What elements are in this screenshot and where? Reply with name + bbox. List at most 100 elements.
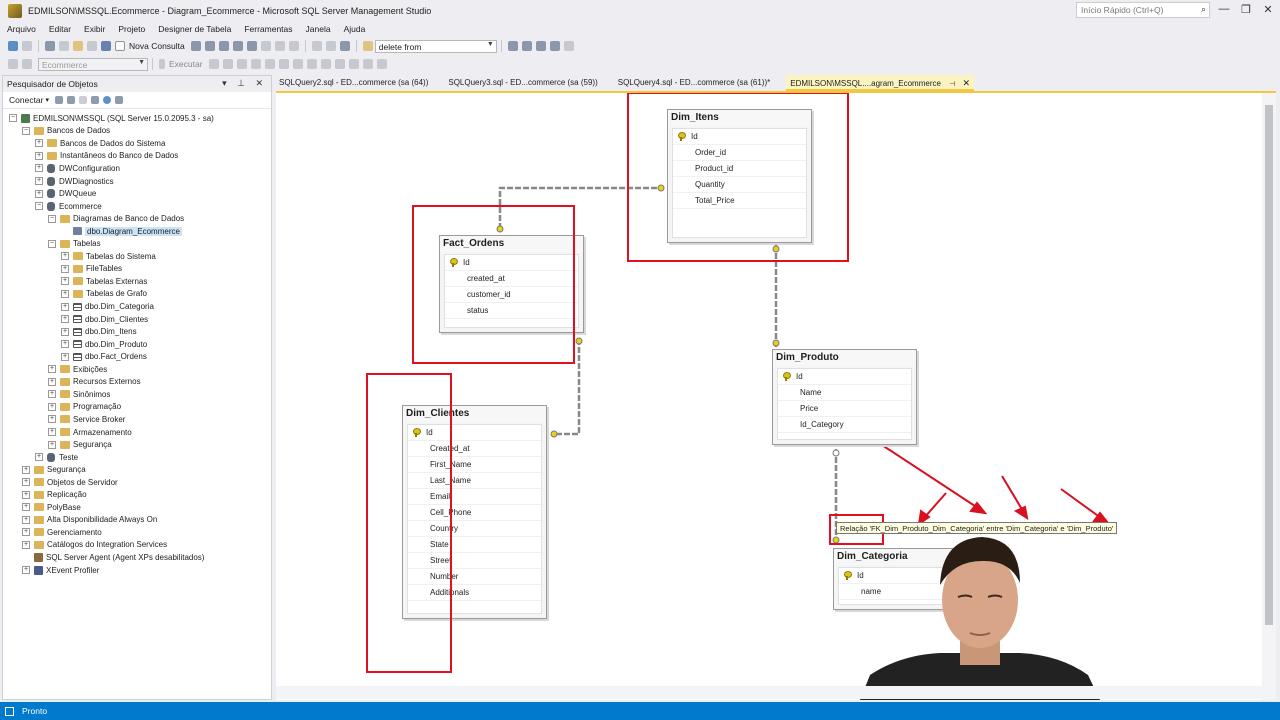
window-layout-icon[interactable] [549, 41, 560, 51]
expand-icon[interactable]: + [61, 315, 69, 324]
tree-node[interactable]: + Programação [48, 401, 121, 414]
tab-sqlquery4[interactable]: SQLQuery4.sql - ED...commerce (sa (61))* [614, 75, 774, 91]
tree-node[interactable]: + Exibições [48, 363, 107, 376]
expand-icon[interactable]: + [22, 503, 30, 512]
tree-node[interactable]: − Diagramas de Banco de Dados [48, 212, 184, 225]
expand-icon[interactable]: + [48, 415, 56, 424]
menu-janela[interactable]: Janela [306, 24, 331, 34]
tree-node[interactable]: + Segurança [48, 438, 112, 451]
table-column[interactable]: Name [778, 385, 911, 401]
intellisense-icon[interactable] [278, 59, 289, 69]
new-query-icon[interactable] [115, 41, 125, 51]
open-folder-icon[interactable] [73, 41, 83, 51]
refresh-icon[interactable] [103, 96, 112, 104]
tree-node[interactable]: + dbo.Dim_Itens [61, 325, 137, 338]
expand-icon[interactable]: + [22, 490, 30, 499]
expand-icon[interactable]: + [35, 164, 43, 173]
find-icon[interactable] [362, 41, 373, 51]
menu-ajuda[interactable]: Ajuda [344, 24, 366, 34]
vertical-scrollbar[interactable] [1262, 93, 1276, 700]
tree-node[interactable]: + DWDiagnostics [35, 175, 114, 188]
activity-icon[interactable] [115, 96, 124, 104]
save-all-icon[interactable] [101, 41, 111, 51]
tree-node[interactable]: + dbo.Dim_Produto [61, 338, 147, 351]
expand-icon[interactable]: + [22, 566, 30, 575]
expand-icon[interactable]: + [22, 515, 30, 524]
table-column[interactable]: Id [778, 369, 911, 385]
tree-node[interactable]: + Catálogos do Integration Services [22, 539, 167, 552]
execute-button[interactable]: Executar [169, 59, 203, 69]
expand-icon[interactable]: + [61, 340, 69, 349]
tree-node[interactable]: SQL Server Agent (Agent XPs desabilitado… [22, 551, 204, 564]
toolbar-options-icon[interactable] [563, 41, 574, 51]
tree-node[interactable]: + Tabelas Externas [61, 275, 147, 288]
expand-icon[interactable]: + [61, 302, 69, 311]
paste-icon[interactable] [288, 41, 299, 51]
tree-node[interactable]: dbo.Diagram_Ecommerce [61, 225, 182, 238]
indent-icon[interactable] [362, 59, 373, 69]
close-icon[interactable]: ✕ [963, 78, 971, 88]
tree-node[interactable]: + Instantâneos do Banco de Dados [35, 150, 178, 163]
expand-icon[interactable]: + [48, 402, 56, 411]
tree-node[interactable]: + dbo.Fact_Ordens [61, 350, 147, 363]
comment-icon[interactable] [334, 59, 345, 69]
expand-icon[interactable]: + [61, 352, 69, 361]
save-icon[interactable] [87, 41, 97, 51]
collapse-icon[interactable]: − [22, 126, 30, 135]
tree-node[interactable]: + Alta Disponibilidade Always On [22, 514, 157, 527]
execute-icon[interactable] [159, 59, 165, 69]
new-file-icon[interactable] [59, 41, 69, 51]
tree-node[interactable]: + Sinônimos [48, 388, 110, 401]
expand-icon[interactable]: + [48, 428, 56, 437]
panel-pin-close-icons[interactable]: ▾ ⊥ ✕ [222, 78, 267, 89]
tree-node[interactable]: + Objetos de Servidor [22, 476, 118, 489]
collapse-icon[interactable]: − [9, 114, 17, 123]
new-project-icon[interactable] [45, 41, 55, 51]
change-connection-icon[interactable] [22, 59, 32, 69]
expand-icon[interactable]: + [61, 252, 69, 261]
expand-icon[interactable]: + [35, 177, 43, 186]
tree-node[interactable]: + FileTables [61, 263, 122, 276]
collapse-icon[interactable]: − [48, 239, 56, 248]
table-column[interactable]: Id_Category [778, 417, 911, 433]
tree-node[interactable]: + Teste [35, 451, 78, 464]
collapse-icon[interactable]: − [35, 202, 43, 211]
tree-node[interactable]: − Bancos de Dados [22, 125, 110, 138]
forward-icon[interactable] [22, 41, 32, 51]
menu-editar[interactable]: Editar [49, 24, 71, 34]
scrollbar-thumb[interactable] [1265, 105, 1273, 625]
maximize-button[interactable]: ❐ [1236, 3, 1256, 19]
plan-icon[interactable] [250, 59, 261, 69]
results-file-icon[interactable] [320, 59, 331, 69]
menu-exibir[interactable]: Exibir [84, 24, 105, 34]
pin-icon[interactable]: ⊣ [949, 81, 955, 88]
menu-ferramentas[interactable]: Ferramentas [244, 24, 292, 34]
tree-node[interactable]: + Bancos de Dados do Sistema [35, 137, 165, 150]
query-xmla-icon[interactable] [246, 41, 257, 51]
collapse-icon[interactable]: − [48, 214, 56, 223]
stop-icon[interactable] [208, 59, 219, 69]
query-db-engine-icon[interactable] [190, 41, 201, 51]
expand-icon[interactable]: + [22, 478, 30, 487]
parse-icon[interactable] [222, 59, 233, 69]
results-grid-icon[interactable] [306, 59, 317, 69]
close-button[interactable]: ✕ [1258, 3, 1278, 19]
connect-icon[interactable] [8, 59, 18, 69]
tree-node[interactable]: + Tabelas de Grafo [61, 288, 147, 301]
expand-icon[interactable]: + [48, 390, 56, 399]
expand-icon[interactable]: + [22, 528, 30, 537]
filter-icon[interactable] [91, 96, 100, 104]
activity-monitor-icon[interactable] [339, 41, 350, 51]
properties-icon[interactable] [521, 41, 532, 51]
connect-icon[interactable] [55, 96, 64, 104]
tree-node[interactable]: + Replicação [22, 489, 87, 502]
solution-explorer-icon[interactable] [507, 41, 518, 51]
query-dmx-icon[interactable] [232, 41, 243, 51]
query-analysis-icon[interactable] [204, 41, 215, 51]
disconnect-icon[interactable] [67, 96, 76, 104]
tab-sqlquery3[interactable]: SQLQuery3.sql - ED...commerce (sa (59)) [444, 75, 601, 91]
tree-node[interactable]: − Ecommerce [35, 200, 102, 213]
uncomment-icon[interactable] [348, 59, 359, 69]
tree-node[interactable]: + XEvent Profiler [22, 564, 99, 577]
tree-node[interactable]: + Tabelas do Sistema [61, 250, 156, 263]
